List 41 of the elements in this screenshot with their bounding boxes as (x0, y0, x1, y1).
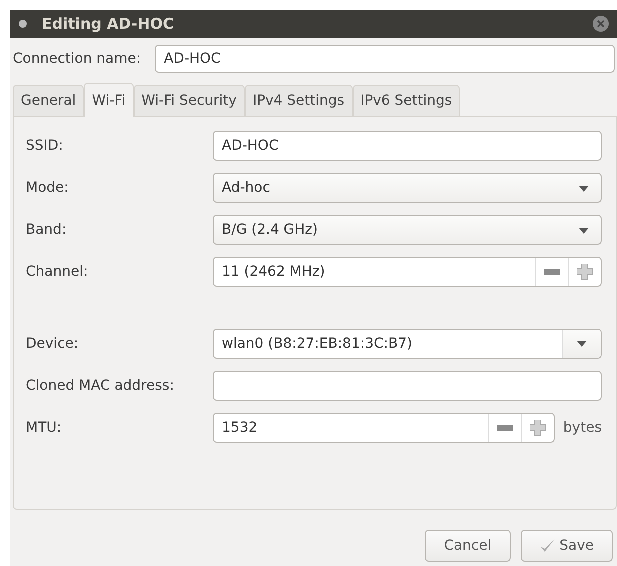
spin-field[interactable]: 11 (2462 MHz) (213, 257, 602, 287)
field-value: 11 (2462 MHz) (221, 264, 326, 280)
field-label: Channel: (26, 264, 90, 280)
plus-icon (530, 420, 546, 436)
field-value: B/G (2.4 GHz) (221, 222, 319, 238)
field-value: wlan0 (B8:27:EB:81:3C:B7) (221, 336, 414, 352)
minus-icon (544, 269, 560, 275)
text-field[interactable] (213, 371, 602, 401)
checkmark-icon (540, 538, 556, 554)
field-label: Cloned MAC address: (26, 378, 176, 394)
spin-field[interactable]: 1532 (213, 413, 556, 443)
dropdown-arrow-icon (577, 341, 587, 347)
close-icon[interactable] (593, 16, 609, 32)
minus-icon (497, 425, 514, 431)
dropdown-field[interactable]: wlan0 (B8:27:EB:81:3C:B7) (213, 329, 602, 359)
plus-icon (577, 264, 593, 280)
cancel-button[interactable]: Cancel (425, 530, 511, 562)
field-label: SSID: (26, 138, 64, 154)
connection-name-label: Connection name: (13, 51, 142, 67)
tab[interactable]: IPv6 Settings (352, 85, 460, 116)
window-title: Editing AD-HOC (42, 15, 175, 33)
dropdown[interactable]: B/G (2.4 GHz) (213, 215, 602, 245)
dropdown[interactable]: Ad-hoc (213, 173, 602, 203)
window-icon (18, 19, 28, 29)
dropdown-arrow-icon (579, 228, 589, 234)
tab[interactable]: IPv4 Settings (244, 85, 353, 116)
field-label: Device: (26, 336, 80, 352)
field-label: Mode: (26, 180, 70, 196)
field-label: MTU: (26, 420, 63, 436)
text-field[interactable]: AD-HOC (213, 131, 602, 161)
save-button[interactable]: Save (520, 530, 613, 562)
field-label: Band: (26, 222, 68, 238)
field-value: AD-HOC (221, 138, 280, 154)
tab[interactable]: Wi-Fi Security (134, 85, 245, 116)
field-value: 1532 (221, 420, 259, 436)
field-value: Ad-hoc (221, 180, 272, 196)
tab[interactable]: General (13, 85, 84, 116)
dropdown-arrow-icon (579, 186, 589, 192)
connection-name-field[interactable]: AD-HOC (155, 45, 615, 73)
tab[interactable]: Wi-Fi (84, 83, 134, 117)
unit-label: bytes (563, 420, 602, 436)
